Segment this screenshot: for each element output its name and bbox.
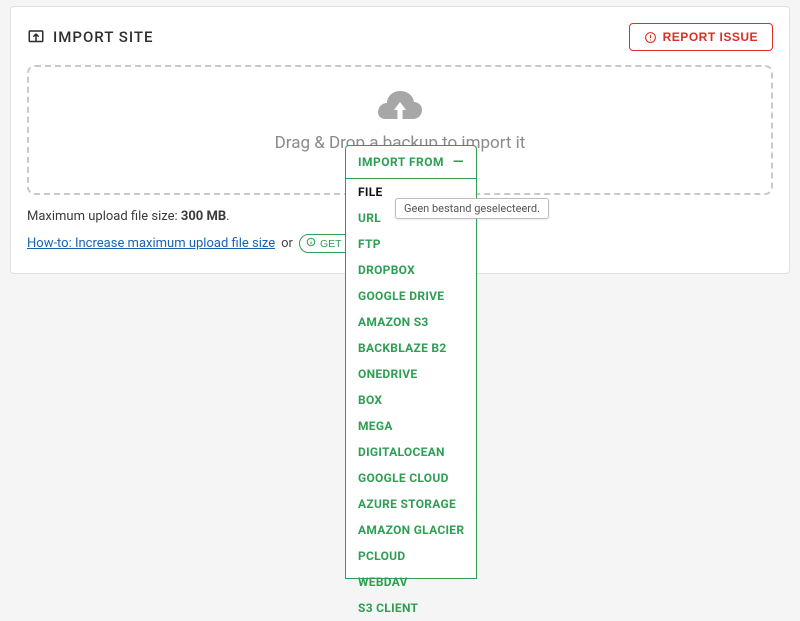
- import-from-option[interactable]: GOOGLE DRIVE: [346, 283, 476, 309]
- import-from-option[interactable]: PCLOUD: [346, 543, 476, 569]
- cloud-upload-icon: [39, 89, 761, 127]
- report-issue-button[interactable]: REPORT ISSUE: [629, 23, 773, 51]
- howto-link[interactable]: How-to: Increase maximum upload file siz…: [27, 236, 275, 251]
- import-from-option[interactable]: FTP: [346, 231, 476, 257]
- import-from-option[interactable]: WEBDAV: [346, 569, 476, 595]
- report-issue-label: REPORT ISSUE: [663, 30, 758, 44]
- title-wrap: IMPORT SITE: [27, 28, 153, 46]
- import-icon: [27, 28, 45, 46]
- import-from-label: IMPORT FROM: [358, 155, 444, 169]
- import-from-option[interactable]: MEGA: [346, 413, 476, 439]
- file-tooltip: Geen bestand geselecteerd.: [395, 198, 549, 219]
- collapse-icon: —: [453, 157, 464, 167]
- import-from-option[interactable]: DIGITALOCEAN: [346, 439, 476, 465]
- import-from-option[interactable]: ONEDRIVE: [346, 361, 476, 387]
- import-from-option[interactable]: BOX: [346, 387, 476, 413]
- import-from-option[interactable]: AMAZON S3: [346, 309, 476, 335]
- max-upload-size: 300 MB: [181, 209, 226, 224]
- import-from-toggle[interactable]: IMPORT FROM —: [345, 145, 477, 179]
- warning-icon: [644, 31, 657, 44]
- max-upload-prefix: Maximum upload file size:: [27, 209, 181, 224]
- import-from-list: FILEURLFTPDROPBOXGOOGLE DRIVEAMAZON S3BA…: [345, 179, 477, 579]
- max-upload-suffix: .: [226, 209, 229, 224]
- import-from-option[interactable]: AMAZON GLACIER: [346, 517, 476, 543]
- card-header: IMPORT SITE REPORT ISSUE: [27, 23, 773, 51]
- import-from-option[interactable]: DROPBOX: [346, 257, 476, 283]
- info-icon: [306, 237, 316, 250]
- import-from-option[interactable]: GOOGLE CLOUD: [346, 465, 476, 491]
- page-title: IMPORT SITE: [53, 28, 153, 46]
- import-from-option[interactable]: AZURE STORAGE: [346, 491, 476, 517]
- import-from-option[interactable]: BACKBLAZE B2: [346, 335, 476, 361]
- or-text: or: [281, 236, 293, 251]
- import-from-option[interactable]: S3 CLIENT: [346, 595, 476, 621]
